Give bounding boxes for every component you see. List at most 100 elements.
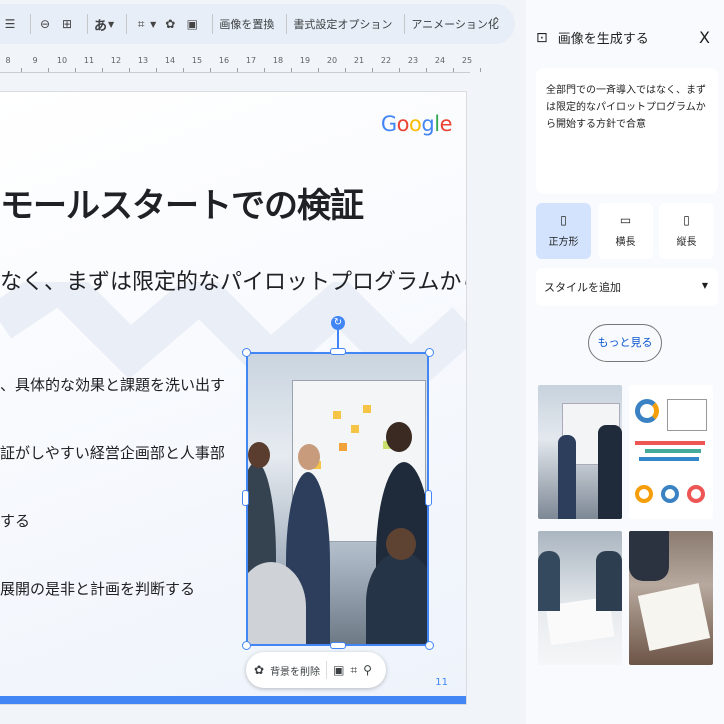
bullet-text[interactable]: 展開の是非と計画を判断する	[0, 578, 195, 599]
ruler-tick-label: 25	[461, 56, 473, 65]
close-icon[interactable]: X	[699, 28, 710, 47]
text-style-dropdown[interactable]: あ ▼	[94, 10, 114, 38]
chevron-down-icon: ▼	[701, 281, 708, 290]
ruler-tick-mark	[48, 68, 49, 72]
replace-image-button[interactable]: 画像を置換	[219, 10, 274, 38]
image-icon[interactable]: ▣	[184, 10, 200, 38]
toolbar-divider	[212, 14, 214, 34]
ruler-tick-mark	[291, 68, 292, 72]
generated-image-thumbnail[interactable]	[538, 531, 622, 665]
replace-image-label: 画像を置換	[219, 18, 275, 31]
slide-subtitle[interactable]: なく、まずは限定的なパイロットプログラムから	[0, 264, 466, 296]
toolbar-divider	[286, 14, 288, 34]
ruler-tick-label: 14	[164, 56, 176, 65]
bullet-text[interactable]: 証がしやすい経営企画部と人事部	[0, 442, 225, 463]
ruler-tick-label: 8	[5, 56, 11, 65]
rotate-handle-icon[interactable]: ↻	[331, 316, 345, 330]
text-style-label: あ	[94, 18, 108, 34]
remove-background-icon[interactable]: ✿	[162, 10, 178, 38]
ruler-tick-label: 18	[272, 56, 284, 65]
ratio-portrait-button[interactable]: ▯ 縦長	[659, 203, 714, 259]
paint-format-icon[interactable]: ⚲	[363, 663, 372, 677]
logo-letter: e	[439, 112, 453, 136]
image-icon[interactable]: ▣	[333, 663, 344, 677]
resize-handle[interactable]	[425, 641, 434, 650]
resize-handle[interactable]	[330, 642, 346, 649]
ruler-tick-mark	[156, 68, 157, 72]
format-options-button[interactable]: 書式設定オプション	[293, 10, 392, 38]
menu-icon[interactable]: ☰	[2, 10, 18, 38]
image-sparkle-icon: ⊡	[536, 29, 548, 46]
ruler-tick-label: 23	[407, 56, 419, 65]
selection-box	[246, 352, 429, 646]
generated-image-thumbnail[interactable]	[629, 531, 713, 665]
bullet-text[interactable]: 、具体的な効果と課題を洗い出す	[0, 374, 225, 395]
slide-title[interactable]: モールスタートでの検証	[0, 178, 364, 227]
crop-icon: ⌗	[137, 16, 145, 31]
resize-handle[interactable]	[242, 348, 251, 357]
resize-handle[interactable]	[242, 641, 251, 650]
slide-canvas[interactable]: Google モールスタートでの検証 なく、まずは限定的なパイロットプログラムか…	[0, 92, 466, 704]
chevron-up-icon[interactable]: ⌃	[491, 15, 501, 29]
landscape-icon: ▭	[619, 213, 632, 227]
ruler-tick-mark	[75, 68, 76, 72]
show-more-button[interactable]: もっと見る	[588, 324, 662, 362]
page-number: 11	[435, 677, 448, 688]
animate-button[interactable]: アニメーション化	[411, 10, 499, 38]
generated-image-thumbnail[interactable]	[538, 385, 622, 519]
style-dropdown-label: スタイルを追加	[544, 281, 621, 294]
toolbar-divider	[326, 661, 328, 679]
prompt-input[interactable]: 全部門での一斉導入ではなく、まずは限定的なパイロットプログラムから開始する方針で…	[536, 68, 718, 194]
ruler-tick-label: 24	[434, 56, 446, 65]
remove-background-button[interactable]: 背景を削除	[270, 663, 320, 678]
logo-letter: o	[409, 112, 422, 136]
horizontal-ruler[interactable]: 8 9 10 11 12 13 14 15 16 17 18 19 20 21 22 23 24 25	[0, 54, 481, 73]
google-logo: Google	[380, 112, 453, 136]
image-quick-toolbar: ✿ 背景を削除 ▣ ⌗ ⚲	[246, 652, 386, 688]
ruler-tick-label: 13	[137, 56, 149, 65]
ruler-tick-label: 22	[380, 56, 392, 65]
crop-icon[interactable]: ⌗	[350, 663, 357, 678]
square-icon: ▯	[560, 213, 567, 227]
link-icon[interactable]: ⊖	[37, 10, 53, 38]
ruler-tick-mark	[21, 68, 22, 72]
rotate-stem	[337, 330, 339, 350]
resize-handle[interactable]	[425, 490, 432, 506]
resize-handle[interactable]	[425, 348, 434, 357]
ruler-tick-mark	[426, 68, 427, 72]
resize-handle[interactable]	[242, 490, 249, 506]
crop-dropdown[interactable]: ⌗ ▼	[133, 10, 157, 38]
panel-title: 画像を生成する	[557, 32, 649, 47]
ruler-tick-label: 10	[56, 56, 68, 65]
add-comment-icon[interactable]: ⊞	[59, 10, 75, 38]
format-options-label: 書式設定オプション	[293, 18, 393, 31]
ruler-tick-label: 16	[218, 56, 230, 65]
ruler-tick-mark	[453, 68, 454, 72]
logo-letter: G	[380, 112, 397, 136]
ruler-tick-mark	[264, 68, 265, 72]
toolbar-divider	[404, 14, 406, 34]
ratio-landscape-button[interactable]: ▭ 横長	[598, 203, 653, 259]
ruler-tick-mark	[210, 68, 211, 72]
ruler-tick-label: 20	[326, 56, 338, 65]
ruler-tick-mark	[183, 68, 184, 72]
animate-label: アニメーション化	[411, 18, 499, 31]
toolbar-divider	[87, 14, 88, 34]
generate-image-panel: ⊡ 画像を生成する X 全部門での一斉導入ではなく、まずは限定的なパイロットプロ…	[526, 0, 724, 724]
toolbar-divider	[30, 14, 31, 34]
ratio-square-button[interactable]: ▯ 正方形	[536, 203, 591, 259]
ratio-label: 横長	[615, 237, 636, 248]
resize-handle[interactable]	[330, 348, 346, 355]
bullet-text[interactable]: する	[0, 510, 30, 531]
style-dropdown[interactable]: スタイルを追加 ▼	[536, 268, 718, 306]
ruler-tick-label: 9	[32, 56, 38, 65]
ratio-label: 正方形	[548, 237, 579, 248]
ruler-tick-mark	[129, 68, 130, 72]
ruler-tick-label: 21	[353, 56, 365, 65]
ruler-tick-label: 12	[110, 56, 122, 65]
format-toolbar: ☰ ⊖ ⊞ あ ▼ ⌗ ▼ ✿ ▣ 画像を置換 書式設定オプション アニメーショ…	[0, 4, 515, 44]
portrait-icon: ▯	[683, 213, 690, 227]
generated-image-thumbnail[interactable]	[629, 385, 713, 519]
toolbar-divider	[126, 14, 128, 34]
logo-letter: g	[421, 112, 435, 136]
